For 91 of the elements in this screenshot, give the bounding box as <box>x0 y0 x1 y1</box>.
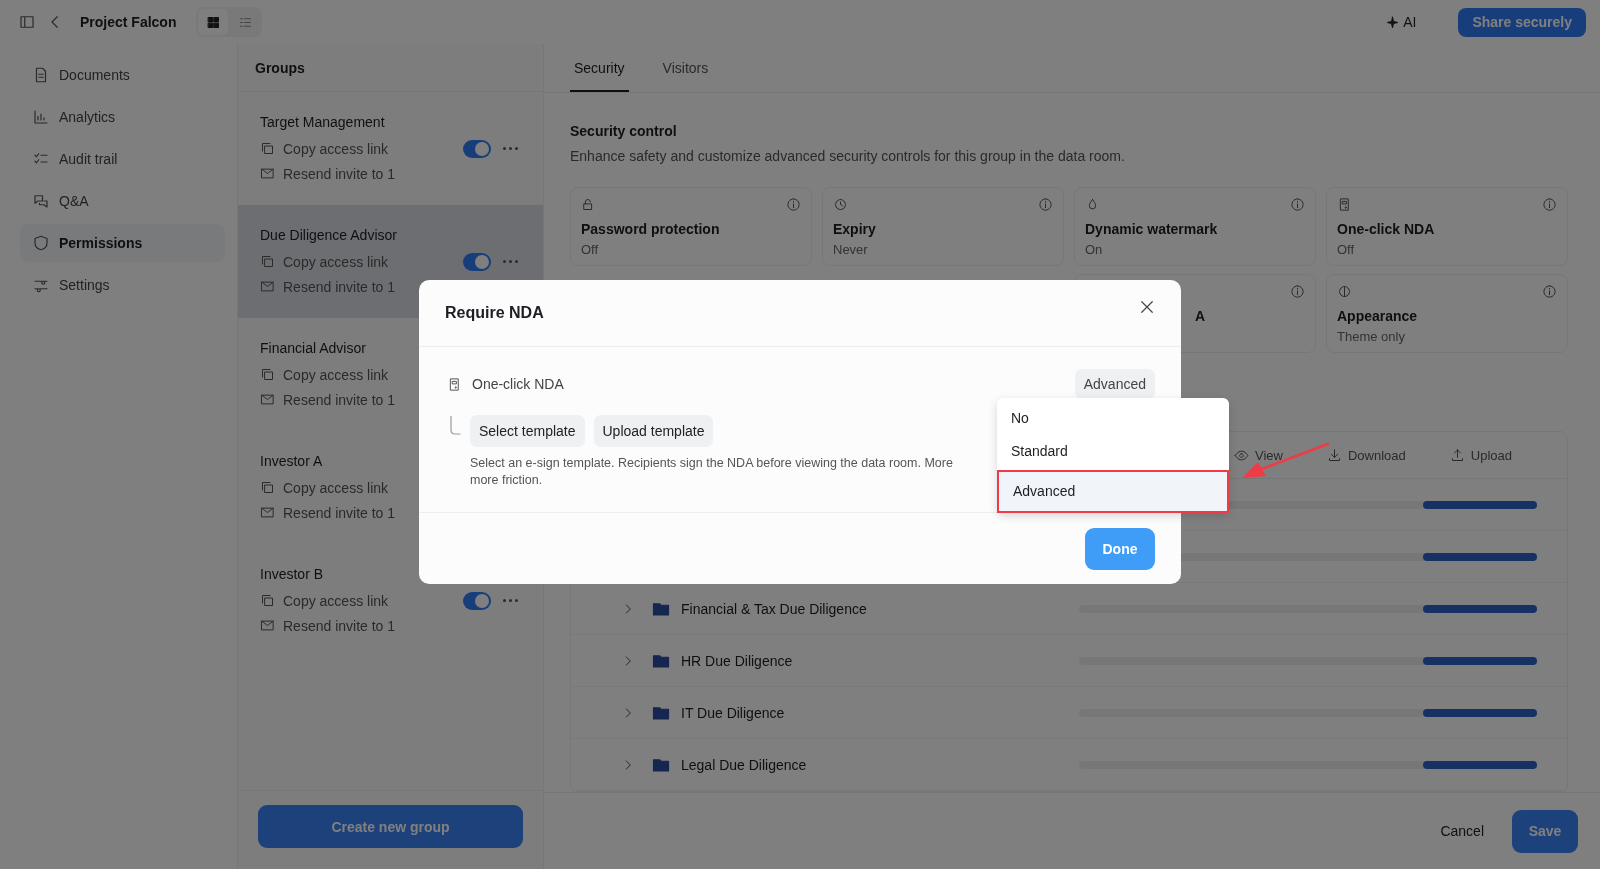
info-icon[interactable] <box>1290 197 1305 212</box>
group-item[interactable]: Investor B Copy access link Resend invite to 1 <box>238 544 543 657</box>
sidebar-item[interactable]: Analytics <box>20 98 225 136</box>
info-icon[interactable] <box>1542 197 1557 212</box>
mail-icon <box>260 618 275 633</box>
folder-name: Legal Due Diligence <box>681 756 807 773</box>
copy-access-link[interactable]: Copy access link <box>260 253 463 270</box>
copy-icon <box>260 367 275 382</box>
download-icon <box>1326 447 1342 463</box>
folder-name: IT Due Diligence <box>681 704 785 721</box>
bar-chart-icon <box>32 108 50 126</box>
close-icon[interactable] <box>1138 298 1156 316</box>
resend-invite-link[interactable]: Resend invite to 1 <box>260 617 518 634</box>
control-card[interactable]: Expiry Never <box>822 187 1064 266</box>
toggle-switch[interactable] <box>463 139 491 158</box>
resend-invite-link[interactable]: Resend invite to 1 <box>260 165 518 182</box>
tab[interactable]: Security <box>570 60 629 92</box>
mail-icon <box>260 392 275 407</box>
permission-slider[interactable] <box>1079 708 1537 717</box>
control-card[interactable]: Password protection Off <box>570 187 812 266</box>
resend-invite-link[interactable]: Resend invite to 1 <box>260 278 518 295</box>
copy-access-link[interactable]: Copy access link <box>260 592 463 609</box>
control-card[interactable]: One-click NDA Off <box>1326 187 1568 266</box>
section-description: Enhance safety and customize advanced security controls for this group in the data room. <box>570 148 1126 164</box>
column-header: Upload <box>1449 447 1512 463</box>
more-icon[interactable] <box>503 259 518 264</box>
groups-heading: Groups <box>238 44 543 92</box>
copy-icon <box>260 480 275 495</box>
folder-name: Financial & Tax Due Diligence <box>681 600 867 617</box>
info-icon[interactable] <box>786 197 801 212</box>
level-select[interactable]: Advanced <box>1074 369 1155 399</box>
tab[interactable]: Visitors <box>658 60 713 92</box>
sidebar-toggle-icon[interactable] <box>18 13 36 31</box>
control-card[interactable]: Appearance Theme only <box>1326 274 1568 353</box>
save-button[interactable]: Save <box>1512 809 1578 853</box>
column-header: View <box>1234 447 1283 463</box>
group-item[interactable]: Target Management Copy access link Resend invite to 1 <box>238 92 543 205</box>
copy-icon <box>260 593 275 608</box>
more-icon[interactable] <box>503 146 518 151</box>
info-icon[interactable] <box>1290 284 1305 299</box>
section-title: Security control <box>570 123 678 139</box>
sidebar-item[interactable]: Q&A <box>20 182 225 220</box>
eye-icon <box>1234 447 1249 463</box>
select-template-button[interactable]: Select template <box>470 415 585 447</box>
permission-slider[interactable] <box>1079 604 1537 613</box>
dropdown-option[interactable]: No <box>997 402 1229 435</box>
done-button[interactable]: Done <box>1085 527 1155 570</box>
sidebar-item[interactable]: Documents <box>20 56 225 94</box>
document-icon <box>447 376 462 392</box>
dropdown-option[interactable]: Advanced <box>997 470 1229 513</box>
share-securely-button[interactable]: Share securely <box>1458 7 1586 37</box>
description-text: more friction. <box>470 472 543 489</box>
more-icon[interactable] <box>503 598 518 603</box>
description-text: Select an e-sign template. Recipients sign the NDA before viewing the data room. More <box>470 455 953 472</box>
column-header: Download <box>1326 447 1406 463</box>
permission-slider[interactable] <box>1079 760 1537 769</box>
option-label: One-click NDA <box>472 376 564 392</box>
create-group-button[interactable]: Create new group <box>258 805 523 848</box>
info-icon[interactable] <box>1038 197 1053 212</box>
copy-icon <box>260 141 275 156</box>
copy-icon <box>260 254 275 269</box>
sparkle-icon <box>1386 15 1400 29</box>
mail-icon <box>260 505 275 520</box>
mail-icon <box>260 166 275 181</box>
sidebar-item[interactable]: Audit trail <box>20 140 225 178</box>
contrast-icon <box>1337 284 1352 299</box>
upload-icon <box>1449 447 1465 463</box>
toggle-switch[interactable] <box>463 591 491 610</box>
sidebar-item[interactable]: Permissions <box>20 224 225 262</box>
upload-template-button[interactable]: Upload template <box>593 415 714 447</box>
cancel-button[interactable]: Cancel <box>1428 823 1496 839</box>
grid-view-button[interactable] <box>198 9 229 35</box>
folder-name: HR Due Diligence <box>681 652 793 669</box>
branch-line-icon <box>449 416 461 436</box>
project-title: Project Falcon <box>80 14 177 30</box>
document-icon <box>1337 197 1352 212</box>
grid-icon <box>205 14 221 30</box>
shield-icon <box>32 234 50 252</box>
permission-slider[interactable] <box>1079 656 1537 665</box>
chat-icon <box>32 192 50 210</box>
mail-icon <box>260 279 275 294</box>
info-icon[interactable] <box>1542 284 1557 299</box>
resend-invite-link[interactable]: Resend invite to 1 <box>260 504 518 521</box>
dropdown-option[interactable]: Standard <box>997 435 1229 468</box>
copy-access-link[interactable]: Copy access link <box>260 140 463 157</box>
control-card[interactable]: Dynamic watermark On <box>1074 187 1316 266</box>
toggle-switch[interactable] <box>463 252 491 271</box>
ai-button[interactable]: AI <box>1380 13 1423 31</box>
clock-icon <box>833 197 848 212</box>
resend-invite-link[interactable]: Resend invite to 1 <box>260 391 518 408</box>
sidebar-item[interactable]: Settings <box>20 266 225 304</box>
